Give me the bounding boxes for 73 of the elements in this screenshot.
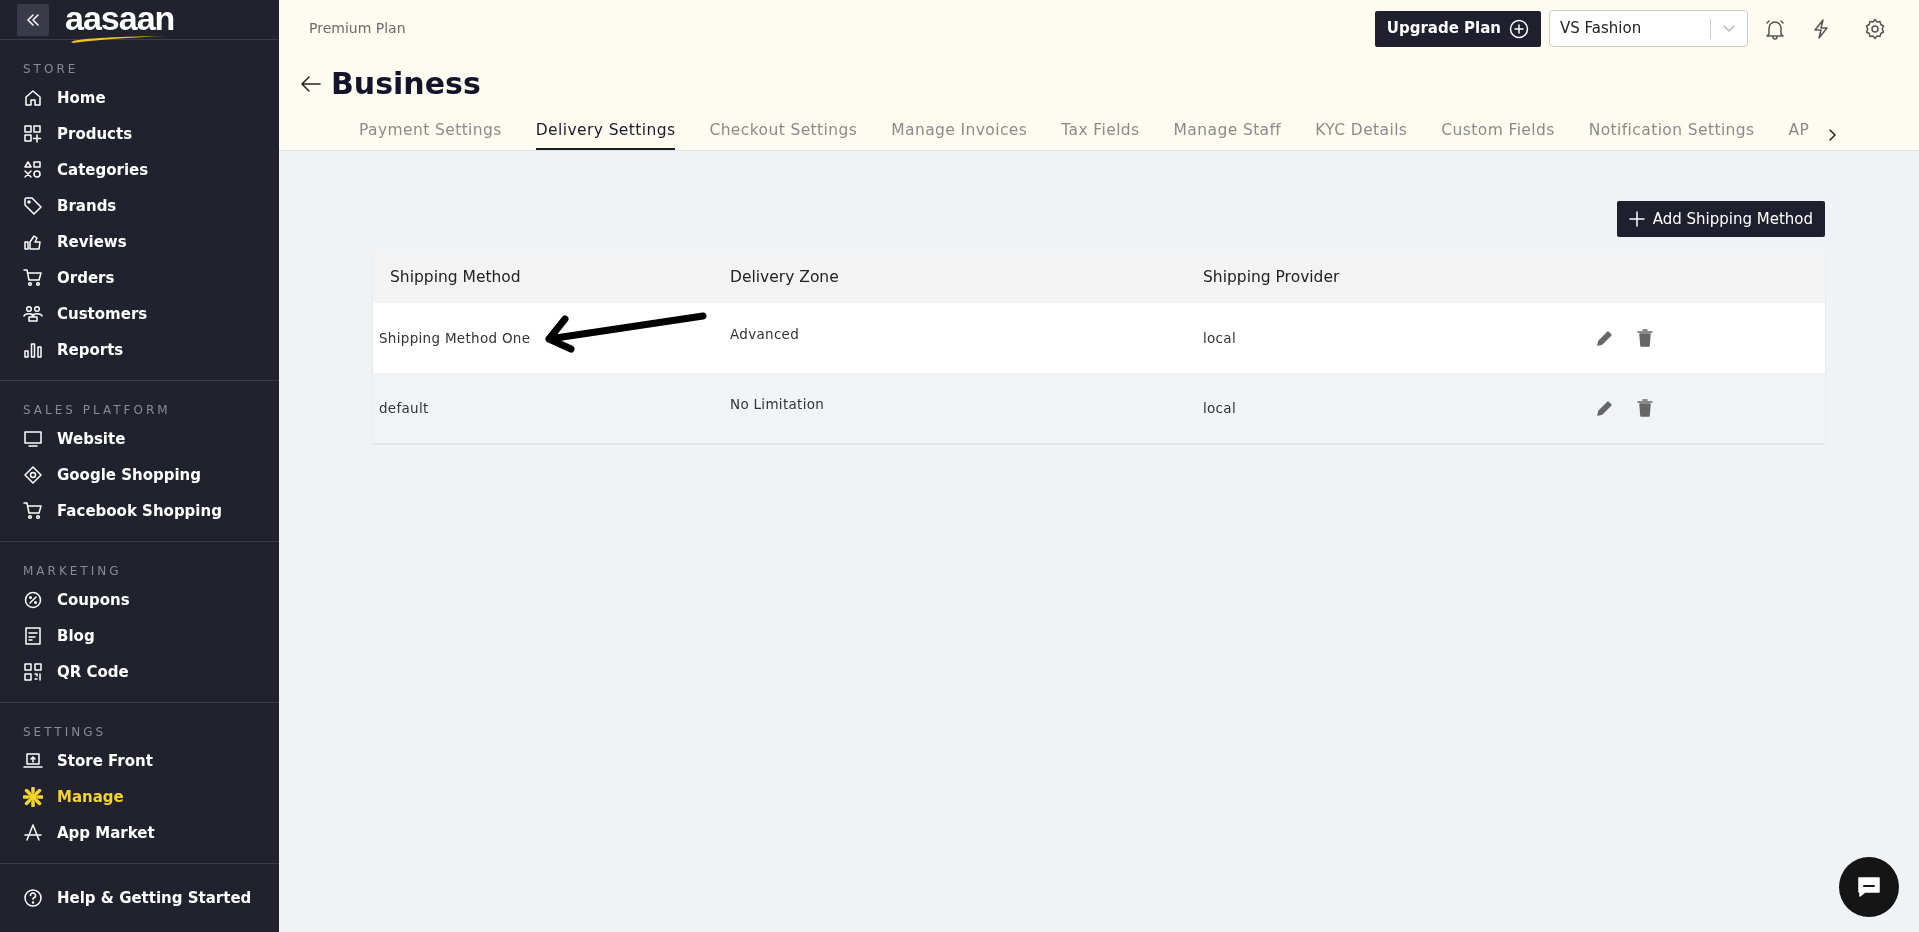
sidebar-item[interactable]: Facebook Shopping xyxy=(0,493,279,529)
cart-icon xyxy=(23,268,43,288)
sidebar-item[interactable]: Google Shopping xyxy=(0,457,279,493)
sidebar-item[interactable]: Reports xyxy=(0,332,279,368)
laptop-icon xyxy=(23,751,43,771)
double-chevron-left-icon xyxy=(25,11,41,28)
page-title: Business xyxy=(331,69,481,99)
grid-plus-icon xyxy=(23,124,43,144)
column-header: Shipping Provider xyxy=(1203,267,1341,289)
table-cell: default xyxy=(379,399,429,416)
sidebar-item[interactable]: Blog xyxy=(0,618,279,654)
table-cell: Advanced xyxy=(730,325,800,342)
notification-bell-icon[interactable] xyxy=(1764,17,1786,40)
cart-icon xyxy=(23,501,43,521)
settings-icon xyxy=(1864,17,1886,40)
sidebar-item[interactable]: Store Front xyxy=(0,743,279,779)
section-title: SALES PLATFORM xyxy=(22,402,172,419)
sidebar-item[interactable]: Manage xyxy=(0,779,279,815)
help-icon xyxy=(23,888,43,908)
delete-button[interactable] xyxy=(1635,328,1655,348)
sidebar-item[interactable]: Customers xyxy=(0,296,279,332)
app-store-icon xyxy=(23,823,43,843)
sidebar-item[interactable]: Orders xyxy=(0,260,279,296)
chat-button[interactable] xyxy=(1839,857,1899,917)
sidebar-item[interactable]: Website xyxy=(0,421,279,457)
sidebar-item[interactable]: Categories xyxy=(0,152,279,188)
column-header: Shipping Method xyxy=(389,267,522,289)
plus-icon xyxy=(1628,211,1645,227)
sidebar-item[interactable]: Reviews xyxy=(0,224,279,260)
trash-icon xyxy=(1635,398,1655,418)
settings-button[interactable] xyxy=(1864,17,1886,40)
plan-label: Premium Plan xyxy=(309,19,406,38)
people-icon xyxy=(23,304,43,324)
section-title: MARKETING xyxy=(22,563,123,580)
table-cell: local xyxy=(1203,329,1236,346)
sidebar-item[interactable]: QR Code xyxy=(0,654,279,690)
monitor-icon xyxy=(23,429,43,449)
sidebar-item[interactable]: Coupons xyxy=(0,582,279,618)
table-cell: No Limitation xyxy=(730,395,825,412)
trash-icon xyxy=(1635,328,1655,348)
badge-percent-icon xyxy=(23,590,43,610)
bar-chart-icon xyxy=(23,340,43,360)
tab[interactable]: Delivery Settings xyxy=(535,119,676,151)
section-title: STORE xyxy=(22,61,80,78)
table-cell: local xyxy=(1203,399,1236,416)
thumbs-up-icon xyxy=(23,232,43,252)
chat-bubble-icon xyxy=(1856,876,1882,898)
pencil-icon xyxy=(1595,328,1615,348)
sidebar-item[interactable]: App Market xyxy=(0,815,279,851)
section-title: SETTINGS xyxy=(22,724,108,741)
document-icon xyxy=(23,626,43,646)
qr-code-icon xyxy=(23,662,43,682)
bell-icon xyxy=(1764,17,1786,40)
home-icon xyxy=(23,88,43,108)
upgrade-plan-button[interactable]: Upgrade Plan xyxy=(1374,10,1541,47)
edit-button[interactable] xyxy=(1595,328,1615,348)
logo: aasaan xyxy=(65,0,175,39)
sidebar-item[interactable]: Home xyxy=(0,80,279,116)
help-link[interactable]: Help & Getting Started xyxy=(0,880,279,916)
shapes-icon xyxy=(23,160,43,180)
table-cell: Shipping Method One xyxy=(379,329,531,346)
plus-circle-icon xyxy=(1509,18,1529,39)
add-shipping-method-button[interactable]: Add Shipping Method xyxy=(1616,201,1825,237)
column-header: Delivery Zone xyxy=(729,267,840,289)
tag-icon xyxy=(23,465,43,485)
delete-button[interactable] xyxy=(1635,398,1655,418)
tag-icon xyxy=(23,196,43,216)
collapse-button[interactable] xyxy=(17,3,49,36)
pencil-icon xyxy=(1595,398,1615,418)
sidebar-item[interactable]: Brands xyxy=(0,188,279,224)
edit-button[interactable] xyxy=(1595,398,1615,418)
store-select[interactable]: VS Fashion xyxy=(1549,10,1748,47)
sidebar-item[interactable]: Products xyxy=(0,116,279,152)
